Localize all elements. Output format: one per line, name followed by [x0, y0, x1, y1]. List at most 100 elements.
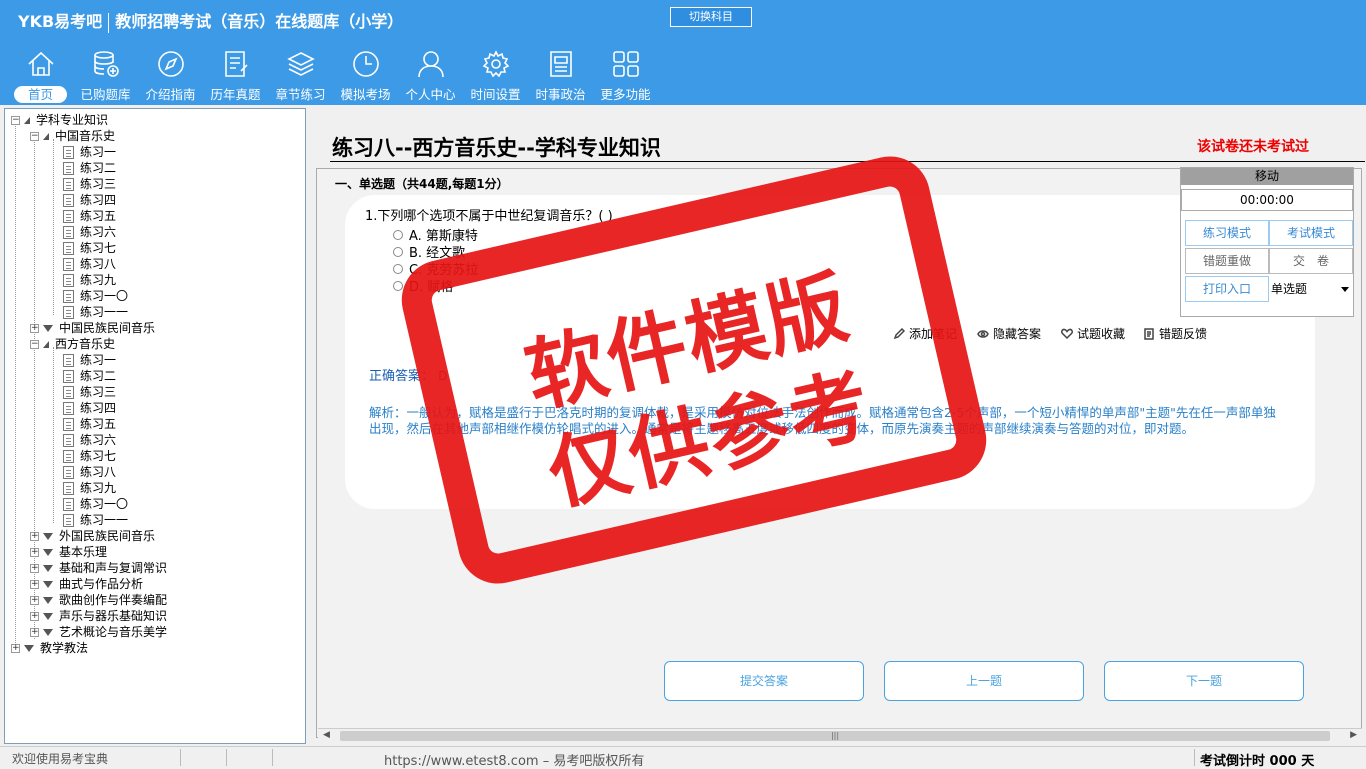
document-icon: [63, 417, 74, 431]
move-handle[interactable]: 移动: [1181, 168, 1353, 185]
tool-label: 试题收藏: [1077, 327, 1126, 341]
main-nav: 首页 已购题库 介绍指南 历年真题 章节练习 模拟考场 个人中心 时间设置 时事…: [8, 46, 658, 104]
nav-label: 首页: [13, 86, 67, 103]
tree-node-group[interactable]: + 歌曲创作与伴奏编配: [30, 592, 167, 608]
tree-leaf[interactable]: 练习四: [63, 192, 116, 208]
nav-guide[interactable]: 介绍指南: [138, 46, 203, 104]
document-icon: [63, 513, 74, 527]
clock-icon: [352, 51, 379, 77]
tree-leaf[interactable]: 练习二: [63, 160, 116, 176]
prev-question-button[interactable]: 上一题: [884, 661, 1084, 701]
nav-past-exams[interactable]: 历年真题: [203, 46, 268, 104]
heart-icon: [1061, 328, 1073, 339]
tree-label: 练习二: [80, 369, 117, 383]
tree-leaf[interactable]: 练习三: [63, 384, 116, 400]
tree-label: 练习八: [80, 465, 117, 479]
tree-leaf[interactable]: 练习一: [63, 144, 116, 160]
print-button[interactable]: 打印入口: [1185, 276, 1269, 302]
tree-leaf[interactable]: 练习五: [63, 416, 116, 432]
question-text: 1.下列哪个选项不属于中世纪复调音乐？( ): [365, 209, 613, 224]
section-heading: 一、单选题（共44题,每题1分）: [335, 177, 509, 191]
nav-mock-exam[interactable]: 模拟考场: [333, 46, 398, 104]
tree-leaf[interactable]: 练习一: [63, 352, 116, 368]
tree-label: 练习七: [80, 449, 117, 463]
tree-node-group[interactable]: + 基础和声与复调常识: [30, 560, 167, 576]
nav-label: 时事政治: [535, 87, 586, 102]
nav-profile[interactable]: 个人中心: [398, 46, 463, 104]
tree-leaf[interactable]: 练习二: [63, 368, 116, 384]
tree-leaf[interactable]: 练习七: [63, 240, 116, 256]
user-icon: [417, 51, 444, 78]
hide-answer-button[interactable]: 隐藏答案: [977, 325, 1041, 342]
tree-label: 练习九: [80, 481, 117, 495]
tree-label: 练习一: [80, 145, 117, 159]
tree-node-teaching[interactable]: + 教学教法: [11, 640, 88, 656]
tree-leaf[interactable]: 练习六: [63, 224, 116, 240]
layers-icon: [286, 52, 315, 76]
switch-subject-button[interactable]: 切换科目: [670, 7, 752, 27]
exam-mode-button[interactable]: 考试模式: [1269, 220, 1353, 246]
nav-time-settings[interactable]: 时间设置: [463, 46, 528, 104]
submit-answer-button[interactable]: 提交答案: [664, 661, 864, 701]
tree-label: 基础和声与复调常识: [59, 561, 168, 575]
timer: 00:00:00: [1181, 189, 1353, 211]
tree-leaf[interactable]: 练习九: [63, 272, 116, 288]
document-icon: [63, 161, 74, 175]
horizontal-scrollbar[interactable]: ◀ ||| ▶: [318, 728, 1362, 743]
category-tree[interactable]: − 学科专业知识 − 中国音乐史 练习一 练习二 练习三 练习四 练习五 练习六 练…: [4, 108, 306, 744]
document-icon: [63, 369, 74, 383]
exam-control-panel: 移动 00:00:00 练习模式 考试模式 错题重做 交 卷 打印入口 单选题: [1180, 167, 1354, 317]
tree-leaf[interactable]: 练习一一: [63, 512, 128, 528]
tree-leaf[interactable]: 练习三: [63, 176, 116, 192]
document-icon: [63, 305, 74, 319]
scroll-left-icon[interactable]: ◀: [323, 730, 330, 740]
tree-label: 练习八: [80, 257, 117, 271]
error-feedback-button[interactable]: 错题反馈: [1143, 325, 1207, 342]
redo-wrong-button[interactable]: 错题重做: [1185, 248, 1269, 274]
newspaper-icon: [549, 51, 572, 77]
tree-node-group[interactable]: + 艺术概论与音乐美学: [30, 624, 167, 640]
document-icon: [63, 497, 74, 511]
tree-leaf[interactable]: 练习六: [63, 432, 116, 448]
tree-label: 练习一〇: [80, 497, 129, 511]
tree-label: 练习三: [80, 177, 117, 191]
tree-node-group[interactable]: + 基本乐理: [30, 544, 107, 560]
tree-leaf[interactable]: 练习四: [63, 400, 116, 416]
tree-leaf[interactable]: 练习七: [63, 448, 116, 464]
nav-more[interactable]: 更多功能: [593, 46, 658, 104]
nav-label: 介绍指南: [145, 87, 196, 102]
tree-node-chinese-folk[interactable]: + 中国民族民间音乐: [30, 320, 155, 336]
tree-node-chinese-history[interactable]: − 中国音乐史: [30, 128, 115, 144]
nav-label: 章节练习: [275, 87, 326, 102]
favorite-button[interactable]: 试题收藏: [1061, 325, 1125, 342]
question-type-select[interactable]: 单选题: [1269, 277, 1353, 301]
scroll-thumb[interactable]: |||: [340, 731, 1330, 741]
nav-chapter-practice[interactable]: 章节练习: [268, 46, 333, 104]
document-icon: [63, 385, 74, 399]
tree-leaf[interactable]: 练习九: [63, 480, 116, 496]
tree-leaf[interactable]: 练习八: [63, 256, 116, 272]
practice-mode-button[interactable]: 练习模式: [1185, 220, 1269, 246]
tree-leaf[interactable]: 练习一一: [63, 304, 128, 320]
tool-label: 隐藏答案: [993, 327, 1042, 341]
tree-node-group[interactable]: + 声乐与器乐基础知识: [30, 608, 167, 624]
tree-node-western-history[interactable]: − 西方音乐史: [30, 336, 115, 352]
tree-leaf[interactable]: 练习一〇: [63, 288, 128, 304]
tree-node-group[interactable]: + 外国民族民间音乐: [30, 528, 155, 544]
nav-home[interactable]: 首页: [8, 46, 73, 104]
tree-label: 练习一: [80, 353, 117, 367]
next-question-button[interactable]: 下一题: [1104, 661, 1304, 701]
tree-leaf[interactable]: 练习一〇: [63, 496, 128, 512]
home-icon: [27, 51, 54, 76]
tree-node-group[interactable]: + 曲式与作品分析: [30, 576, 143, 592]
tree-label: 西方音乐史: [55, 337, 116, 351]
nav-purchased[interactable]: 已购题库: [73, 46, 138, 104]
tree-label: 练习五: [80, 417, 117, 431]
hand-in-button[interactable]: 交 卷: [1269, 248, 1353, 274]
tree-leaf-selected[interactable]: 练习八: [63, 464, 116, 480]
scroll-right-icon[interactable]: ▶: [1350, 730, 1357, 740]
tree-leaf[interactable]: 练习五: [63, 208, 116, 224]
tree-node-root[interactable]: − 学科专业知识: [11, 112, 108, 128]
nav-current-affairs[interactable]: 时事政治: [528, 46, 593, 104]
tree-label: 练习六: [80, 433, 117, 447]
